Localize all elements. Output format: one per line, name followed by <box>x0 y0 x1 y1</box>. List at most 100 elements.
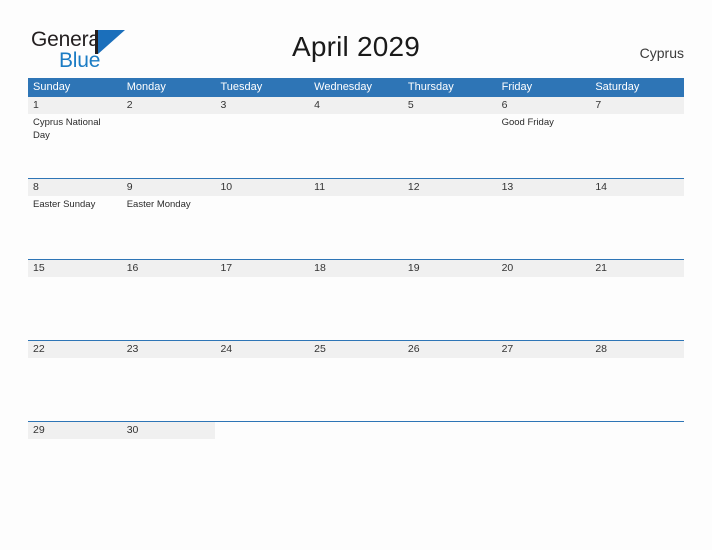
day-number: 12 <box>407 181 420 193</box>
day-number: 30 <box>126 424 139 436</box>
day-cell[interactable]: 20 <box>496 260 591 340</box>
weekday-header-saturday: Saturday <box>595 81 640 93</box>
day-cell[interactable]: 14 <box>590 179 685 259</box>
day-number: 29 <box>33 424 45 436</box>
day-number-band: 28 <box>590 341 685 358</box>
day-cell[interactable]: 2 <box>121 97 216 177</box>
day-number: 16 <box>126 262 139 274</box>
day-events: Easter Monday <box>122 196 216 212</box>
holiday-event-label: Easter Monday <box>126 199 191 210</box>
calendar-grid: Sunday Monday Tuesday Wednesday Thursday Frid… <box>28 78 685 502</box>
day-number-band: 27 <box>496 341 591 358</box>
day-cell[interactable]: 19 <box>402 260 497 340</box>
day-cell[interactable]: 7 <box>590 97 685 177</box>
day-number-band: 14 <box>590 179 685 196</box>
calendar-week-row: 8 Easter Sunday 9 Easter Monday 10 11 12 13 14 <box>28 178 685 259</box>
day-number: 7 <box>595 99 602 111</box>
day-number-band: 25 <box>309 341 403 358</box>
weekday-header-wednesday: Wednesday <box>314 81 373 93</box>
day-cell[interactable]: 26 <box>402 341 497 421</box>
day-number: 5 <box>407 99 414 111</box>
day-number: 24 <box>220 343 233 355</box>
day-number-band: 22 <box>28 341 122 358</box>
holiday-event-label: Good Friday <box>501 117 554 128</box>
day-cell[interactable]: 5 <box>402 97 497 177</box>
weekday-header-thursday: Thursday <box>407 81 454 93</box>
day-number-band: 12 <box>402 179 497 196</box>
day-cell[interactable]: 16 <box>121 260 216 340</box>
day-cell-empty <box>215 422 309 502</box>
day-cell-empty <box>590 422 684 502</box>
day-cell[interactable]: 11 <box>309 179 403 259</box>
day-cell[interactable]: 28 <box>590 341 685 421</box>
day-number: 4 <box>314 99 320 111</box>
day-cell[interactable]: 23 <box>121 341 216 421</box>
day-number: 10 <box>220 181 233 193</box>
day-cell[interactable]: 9 Easter Monday <box>121 179 216 259</box>
day-number-band: 4 <box>309 97 403 114</box>
page-header: General Blue April 2029 Cyprus <box>0 0 712 76</box>
day-number-band: 17 <box>215 260 310 277</box>
day-number: 8 <box>33 181 39 193</box>
calendar-week-row: 29 30 <box>28 421 684 502</box>
day-cell[interactable]: 15 <box>28 260 122 340</box>
holiday-event-label: Easter Sunday <box>33 199 96 210</box>
day-cell[interactable]: 13 <box>496 179 591 259</box>
day-number: 21 <box>595 262 607 274</box>
day-cell[interactable]: 1 Cyprus National Day <box>28 97 122 177</box>
calendar-week-row: 22 23 24 25 26 27 28 <box>28 340 685 421</box>
day-number-band: 7 <box>590 97 685 114</box>
day-cell[interactable]: 24 <box>215 341 310 421</box>
day-cell[interactable]: 8 Easter Sunday <box>28 179 122 259</box>
day-number: 2 <box>126 99 133 111</box>
day-cell[interactable]: 6 Good Friday <box>496 97 591 177</box>
calendar-weeks: 1 Cyprus National Day 2 3 4 5 6 Good Friday 7 8 Ea… <box>28 97 685 502</box>
day-number-band: 2 <box>121 97 216 114</box>
day-number: 3 <box>220 99 227 111</box>
day-cell[interactable]: 18 <box>309 260 403 340</box>
day-cell[interactable]: 25 <box>309 341 403 421</box>
day-number-band: 29 <box>28 422 122 439</box>
day-number: 14 <box>595 181 607 193</box>
day-cell[interactable]: 3 <box>215 97 310 177</box>
country-label: Cyprus <box>639 45 684 61</box>
day-number-band: 26 <box>402 341 497 358</box>
day-number: 23 <box>126 343 139 355</box>
day-number-band: 24 <box>215 341 310 358</box>
day-number-band <box>215 422 309 439</box>
day-cell[interactable]: 27 <box>496 341 591 421</box>
day-number: 28 <box>595 343 607 355</box>
weekday-header-sunday: Sunday <box>33 81 71 93</box>
holiday-event-label: Cyprus National Day <box>33 117 101 141</box>
day-number: 11 <box>314 181 326 193</box>
day-events: Good Friday <box>497 114 591 130</box>
day-number-band: 9 <box>121 179 216 196</box>
day-number: 26 <box>407 343 420 355</box>
day-cell[interactable]: 21 <box>590 260 685 340</box>
day-number-band: 5 <box>402 97 497 114</box>
day-number-band: 6 <box>496 97 591 114</box>
day-events: Cyprus National Day <box>28 114 122 142</box>
day-cell-empty <box>309 422 403 502</box>
day-number: 19 <box>407 262 420 274</box>
day-number-band <box>497 422 591 439</box>
day-cell[interactable]: 29 <box>28 422 122 502</box>
weekday-header-monday: Monday <box>126 81 166 93</box>
day-number: 22 <box>33 343 45 355</box>
day-cell-empty <box>403 422 497 502</box>
day-number-band <box>309 422 403 439</box>
weekday-header-row: Sunday Monday Tuesday Wednesday Thursday Frid… <box>28 78 684 97</box>
day-cell[interactable]: 4 <box>309 97 403 177</box>
day-number: 18 <box>314 262 326 274</box>
calendar-week-row: 1 Cyprus National Day 2 3 4 5 6 Good Friday 7 <box>28 97 685 178</box>
day-cell[interactable]: 22 <box>28 341 122 421</box>
day-number-band <box>590 422 684 439</box>
day-number-band: 20 <box>496 260 591 277</box>
day-number: 9 <box>126 181 133 193</box>
page-title: April 2029 <box>291 31 421 62</box>
day-cell[interactable]: 17 <box>215 260 310 340</box>
day-cell[interactable]: 12 <box>402 179 497 259</box>
day-number-band: 21 <box>590 260 685 277</box>
day-cell[interactable]: 10 <box>215 179 310 259</box>
day-cell[interactable]: 30 <box>121 422 216 502</box>
